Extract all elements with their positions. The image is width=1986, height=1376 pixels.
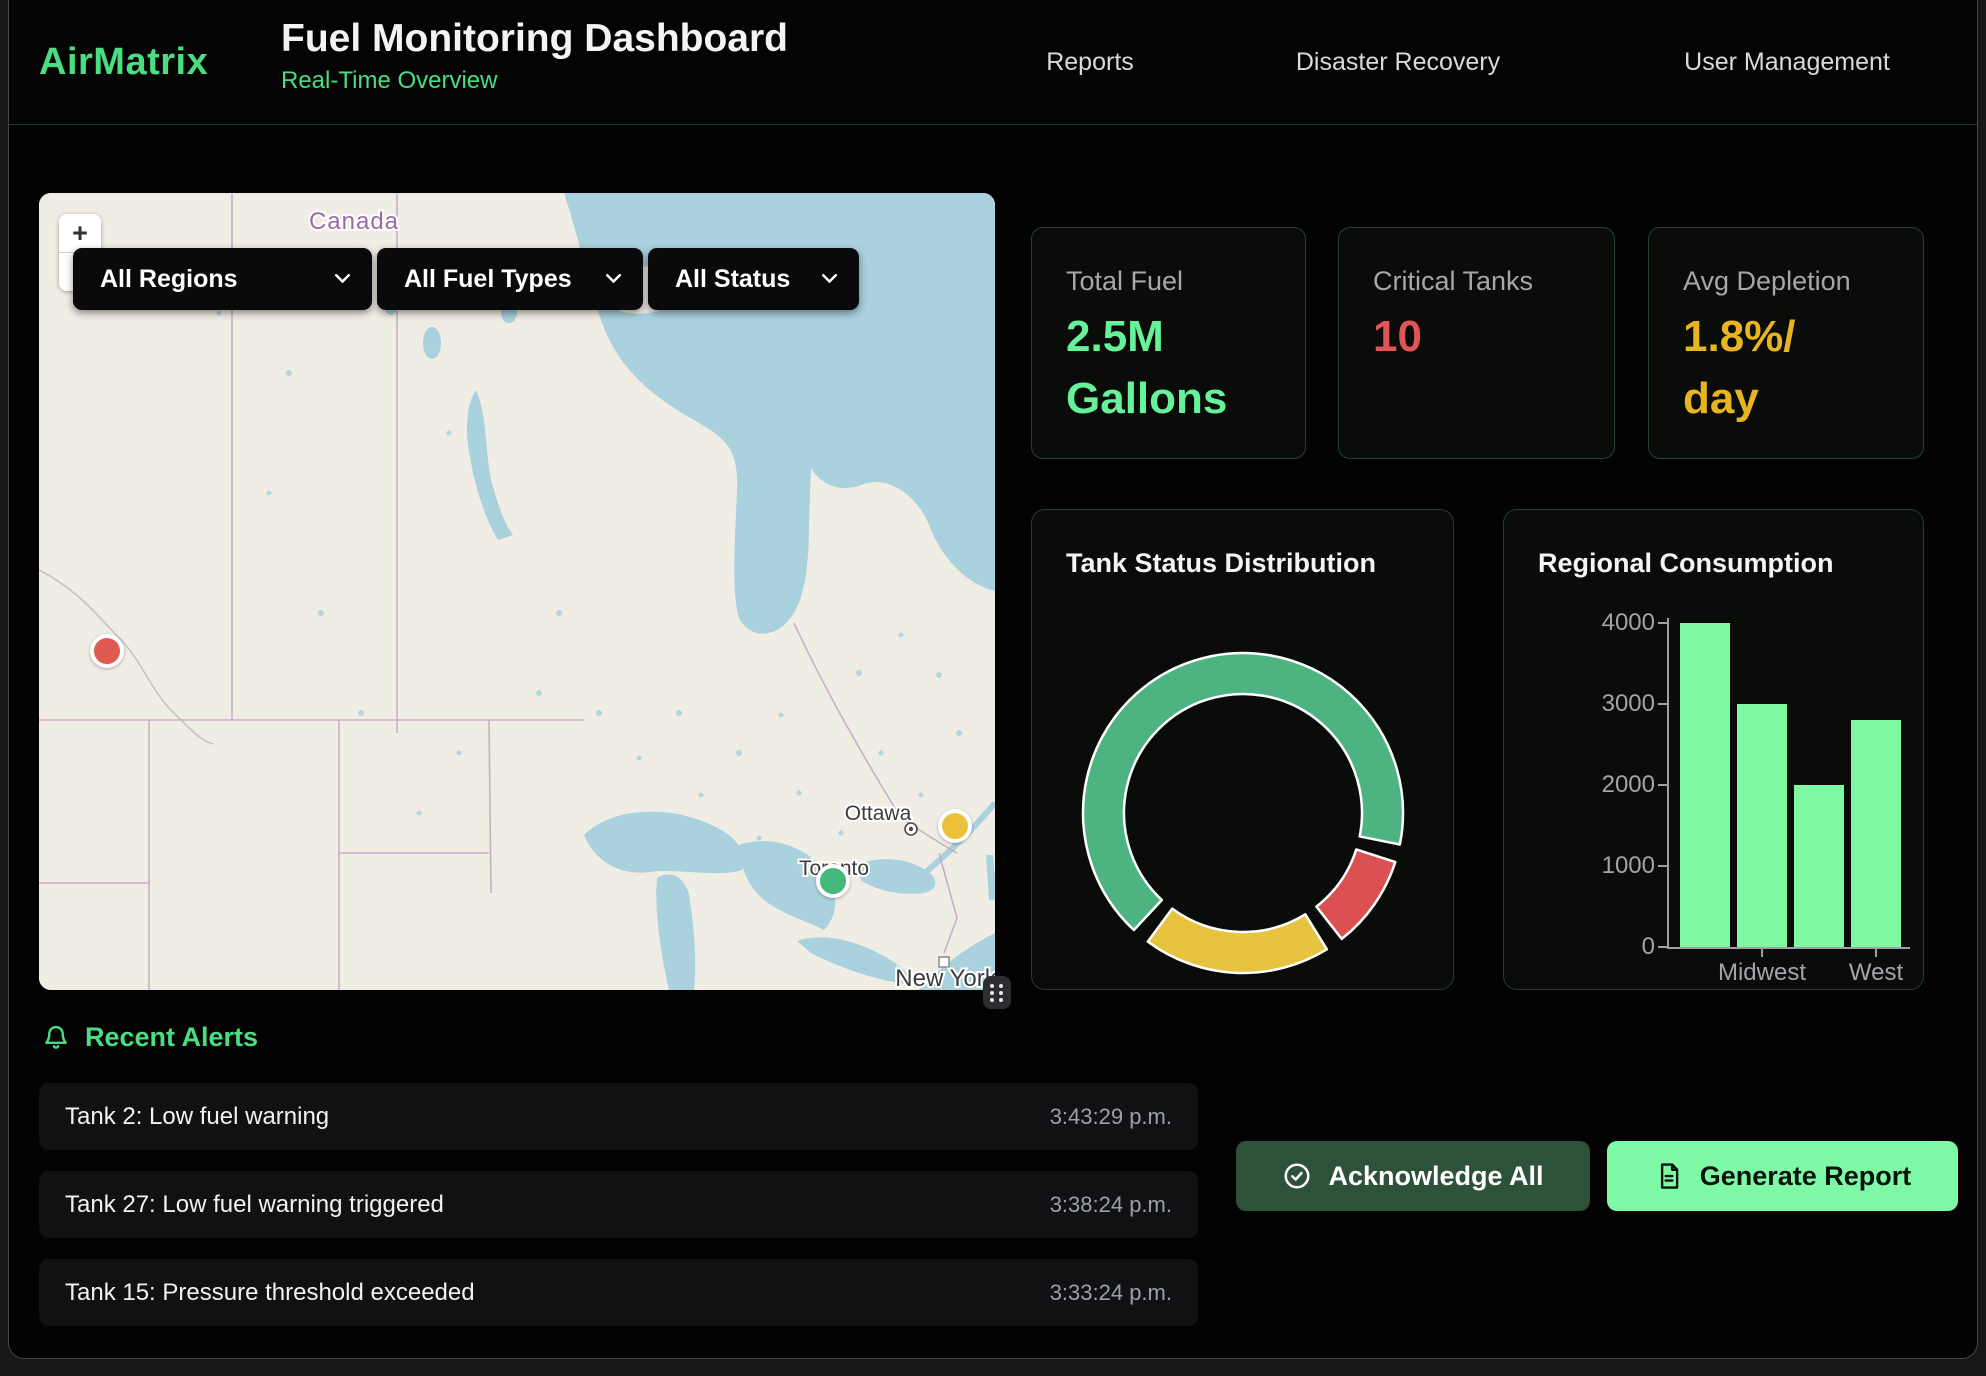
alert-text: Tank 27: Low fuel warning triggered	[65, 1191, 444, 1219]
header: AirMatrix Fuel Monitoring Dashboard Real…	[9, 0, 1977, 125]
x-tick-mark	[1875, 948, 1877, 957]
map-label-ottawa: Ottawa	[845, 802, 912, 825]
tank-marker-warning[interactable]	[938, 809, 972, 843]
page-title: Fuel Monitoring Dashboard	[281, 17, 788, 62]
y-tick-label: 1000	[1544, 851, 1655, 881]
resize-drag-handle-icon[interactable]	[983, 976, 1011, 1009]
nav-reports[interactable]: Reports	[1046, 0, 1134, 124]
generate-report-label: Generate Report	[1700, 1161, 1912, 1192]
title-block: Fuel Monitoring Dashboard Real-Time Over…	[281, 17, 788, 95]
stat-card-avg-depletion: Avg Depletion 1.8%/day	[1648, 227, 1924, 459]
stat-value-total-fuel: 2.5M Gallons	[1066, 306, 1261, 431]
map-canvas: Canada Ottawa Toronto New York	[39, 193, 995, 990]
regional-consumption-bar-chart: 01000200030004000MidwestWest	[1504, 510, 1923, 989]
donut-segment-warning	[1148, 909, 1327, 973]
alert-row[interactable]: Tank 2: Low fuel warning 3:43:29 p.m.	[39, 1083, 1198, 1150]
alert-text: Tank 2: Low fuel warning	[65, 1103, 329, 1131]
bar-region-3	[1794, 785, 1844, 947]
x-tick-mark	[1761, 948, 1763, 957]
stat-value-avg-depletion: 1.8%/day	[1683, 306, 1821, 431]
dashboard-window: AirMatrix Fuel Monitoring Dashboard Real…	[8, 0, 1978, 1359]
stat-label: Avg Depletion	[1683, 266, 1923, 297]
y-tick-mark	[1658, 865, 1667, 867]
alerts-header: Recent Alerts	[41, 1022, 258, 1053]
y-tick-label: 3000	[1544, 689, 1655, 719]
tank-marker-normal[interactable]	[816, 864, 850, 898]
acknowledge-all-button[interactable]: Acknowledge All	[1236, 1141, 1590, 1211]
brand-logo: AirMatrix	[39, 0, 208, 124]
bar-region-4	[1851, 720, 1901, 947]
stat-card-critical-tanks: Critical Tanks 10	[1338, 227, 1615, 459]
nav-user-management[interactable]: User Management	[1684, 0, 1890, 124]
tank-status-chart-card: Tank Status Distribution	[1031, 509, 1454, 990]
alert-text: Tank 15: Pressure threshold exceeded	[65, 1279, 475, 1307]
alert-timestamp: 3:33:24 p.m.	[1050, 1280, 1172, 1306]
donut-segment-critical	[1316, 849, 1395, 938]
y-tick-mark	[1658, 946, 1667, 948]
alert-row[interactable]: Tank 27: Low fuel warning triggered 3:38…	[39, 1171, 1198, 1238]
report-document-icon	[1654, 1161, 1684, 1191]
y-axis-line	[1667, 618, 1669, 949]
alert-timestamp: 3:43:29 p.m.	[1050, 1104, 1172, 1130]
alert-timestamp: 3:38:24 p.m.	[1050, 1192, 1172, 1218]
x-tick-label: West	[1806, 959, 1946, 987]
tank-status-donut-chart	[1032, 510, 1455, 991]
generate-report-button[interactable]: Generate Report	[1607, 1141, 1958, 1211]
chevron-down-icon	[335, 274, 350, 284]
map-lake	[423, 327, 441, 359]
fuel-type-filter-dropdown[interactable]: All Fuel Types	[377, 248, 643, 310]
tank-marker-critical[interactable]	[90, 634, 124, 668]
region-filter-dropdown[interactable]: All Regions	[73, 248, 372, 310]
bar-region-2	[1737, 704, 1787, 947]
chevron-down-icon	[822, 274, 837, 284]
region-filter-value: All Regions	[100, 265, 238, 294]
y-tick-mark	[1658, 622, 1667, 624]
x-axis-line	[1667, 947, 1910, 949]
y-tick-label: 0	[1544, 932, 1655, 962]
chevron-down-icon	[606, 274, 621, 284]
check-circle-icon	[1282, 1161, 1312, 1191]
regional-consumption-chart-card: Regional Consumption 01000200030004000Mi…	[1503, 509, 1924, 990]
stat-value-critical-tanks: 10	[1373, 306, 1614, 368]
nav-disaster-recovery[interactable]: Disaster Recovery	[1296, 0, 1500, 124]
bar-region-1	[1680, 623, 1730, 947]
map-label-new-york: New York	[895, 965, 995, 990]
stat-card-total-fuel: Total Fuel 2.5M Gallons	[1031, 227, 1306, 459]
status-filter-value: All Status	[675, 265, 790, 294]
y-tick-mark	[1658, 784, 1667, 786]
acknowledge-all-label: Acknowledge All	[1328, 1161, 1543, 1192]
y-tick-label: 4000	[1544, 608, 1655, 638]
alert-row[interactable]: Tank 15: Pressure threshold exceeded 3:3…	[39, 1259, 1198, 1326]
map-panel[interactable]: Canada Ottawa Toronto New York + − All R…	[39, 193, 995, 990]
y-tick-mark	[1658, 703, 1667, 705]
alerts-title: Recent Alerts	[85, 1022, 258, 1053]
stat-label: Critical Tanks	[1373, 266, 1614, 297]
y-tick-label: 2000	[1544, 770, 1655, 800]
page-subtitle: Real-Time Overview	[281, 67, 788, 95]
status-filter-dropdown[interactable]: All Status	[648, 248, 859, 310]
bell-icon	[41, 1023, 71, 1053]
fuel-filter-value: All Fuel Types	[404, 265, 572, 294]
map-label-canada: Canada	[309, 208, 399, 235]
stat-label: Total Fuel	[1066, 266, 1305, 297]
